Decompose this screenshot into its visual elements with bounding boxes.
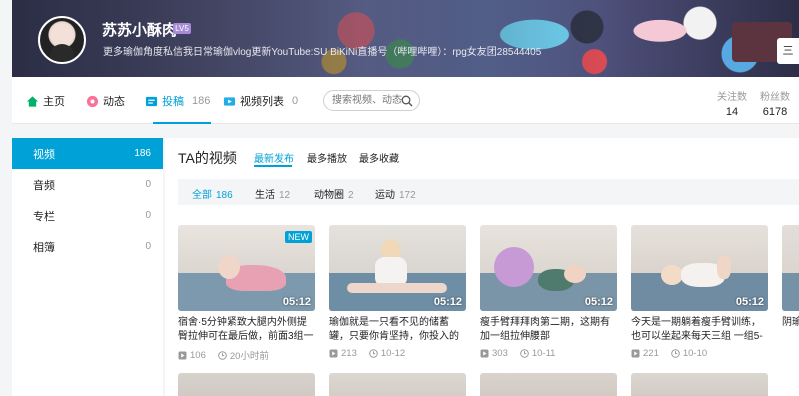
tab-home[interactable]: 主页: [26, 92, 65, 110]
play-count: 213: [341, 348, 357, 359]
username: 苏苏小酥肉: [102, 22, 178, 39]
filter-sports[interactable]: 运动 172: [375, 186, 416, 201]
search-input[interactable]: [332, 91, 408, 110]
active-tab-indicator: [153, 122, 211, 124]
following-stat[interactable]: 关注数 14: [717, 88, 747, 118]
clock-icon: [369, 349, 378, 358]
video-card[interactable]: 05:12 瑜伽就是一只看不见的储蓄罐，只要你肯坚持，你投入的每一份 213 1…: [329, 225, 466, 359]
video-thumbnail[interactable]: NEW 05:12: [178, 225, 315, 311]
play-count-icon: [329, 349, 338, 358]
play-count: 303: [492, 348, 508, 359]
sort-newest[interactable]: 最新发布: [254, 150, 294, 165]
clock-icon: [218, 350, 227, 360]
search-icon[interactable]: [401, 95, 413, 107]
dynamic-icon: [86, 95, 99, 107]
category-filter-bar: 全部 186 生活 12 动物圈 2 运动 172: [178, 179, 799, 205]
banner-menu-button[interactable]: 三: [777, 38, 799, 64]
video-thumbnail[interactable]: [782, 225, 799, 311]
video-card[interactable]: [329, 373, 466, 396]
sidebar-item-videos[interactable]: 视频 186: [12, 138, 163, 169]
filter-all[interactable]: 全部 186: [192, 186, 233, 201]
video-card[interactable]: 阴瑜不良: [782, 225, 799, 344]
profile-sign[interactable]: 更多瑜伽角度私信我日常瑜伽vlog更新YouTube:SU BiKiNi直播号（…: [103, 43, 541, 58]
sidebar-item-articles[interactable]: 专栏 0: [12, 200, 163, 231]
play-count: 106: [190, 349, 206, 361]
video-duration: 05:12: [282, 296, 311, 308]
home-icon: [26, 95, 39, 107]
publish-time: 10-10: [682, 348, 708, 359]
posts-icon: [145, 96, 158, 106]
level-badge: LV5: [173, 23, 191, 34]
video-title[interactable]: 瘦手臂拜拜肉第二期，这期有加一组拉伸腰部: [480, 316, 617, 344]
video-duration: 05:12: [584, 296, 613, 308]
video-title[interactable]: 今天是一期躺着瘦手臂训练，也可以坐起来每天三组 一组5-6次: [631, 316, 768, 344]
profile-banner: 苏苏小酥肉 LV5 更多瑜伽角度私信我日常瑜伽vlog更新YouTube:SU …: [12, 0, 799, 77]
clock-icon: [520, 349, 529, 358]
sort-indicator: [254, 165, 292, 167]
video-duration: 05:12: [735, 296, 764, 308]
video-card[interactable]: NEW 05:12 宿舍·5分钟紧致大腿内外侧提臀拉伸可在最后做，前面3组一组5…: [178, 225, 315, 362]
tab-dynamic[interactable]: 动态: [86, 92, 125, 110]
profile-navbar: 主页 动态 投稿 186 视频列表 0 关注数 14 粉丝数 6178: [12, 77, 799, 124]
publish-time: 10-11: [531, 348, 556, 359]
sidebar-item-audio[interactable]: 音频 0: [12, 169, 163, 200]
video-title[interactable]: 瑜伽就是一只看不见的储蓄罐，只要你肯坚持，你投入的每一份: [329, 316, 466, 344]
video-thumbnail[interactable]: 05:12: [480, 225, 617, 311]
section-title: TA的视频: [178, 150, 237, 166]
video-card[interactable]: [631, 373, 768, 396]
new-badge: NEW: [285, 231, 312, 243]
tab-playlists[interactable]: 视频列表 0: [223, 92, 298, 110]
avatar[interactable]: [38, 16, 86, 64]
video-thumbnail[interactable]: 05:12: [329, 225, 466, 311]
video-card[interactable]: 05:12 今天是一期躺着瘦手臂训练，也可以坐起来每天三组 一组5-6次 221…: [631, 225, 768, 359]
play-count-icon: [631, 349, 640, 358]
content-sidebar: 视频 186 音频 0 专栏 0 相簿 0: [12, 138, 163, 396]
playlist-icon: [223, 96, 236, 106]
play-count-icon: [178, 351, 187, 359]
sort-most-played[interactable]: 最多播放: [307, 150, 347, 165]
tab-posts[interactable]: 投稿 186: [145, 92, 210, 110]
play-count: 221: [643, 348, 659, 359]
sidebar-item-albums[interactable]: 相簿 0: [12, 231, 163, 262]
search-box[interactable]: [323, 90, 420, 111]
video-duration: 05:12: [433, 296, 462, 308]
video-card[interactable]: [178, 373, 315, 396]
video-title[interactable]: 宿舍·5分钟紧致大腿内外侧提臀拉伸可在最后做，前面3组一组5: [178, 316, 315, 344]
video-card[interactable]: [480, 373, 617, 396]
publish-time: 10-12: [380, 348, 406, 359]
video-card[interactable]: 05:12 瘦手臂拜拜肉第二期，这期有加一组拉伸腰部 303 10-11: [480, 225, 617, 359]
filter-animals[interactable]: 动物圈 2: [314, 186, 354, 201]
fans-stat[interactable]: 粉丝数 6178: [760, 88, 790, 118]
video-title[interactable]: 阴瑜不良: [782, 316, 799, 344]
publish-time: 20小时前: [229, 351, 269, 362]
video-thumbnail[interactable]: 05:12: [631, 225, 768, 311]
clock-icon: [671, 349, 680, 358]
video-list-panel: TA的视频 最新发布 最多播放 最多收藏 全部 186 生活 12 动物圈 2 运动 1…: [165, 138, 799, 396]
play-count-icon: [480, 349, 489, 358]
sort-most-favorited[interactable]: 最多收藏: [359, 150, 399, 165]
filter-life[interactable]: 生活 12: [255, 186, 290, 201]
